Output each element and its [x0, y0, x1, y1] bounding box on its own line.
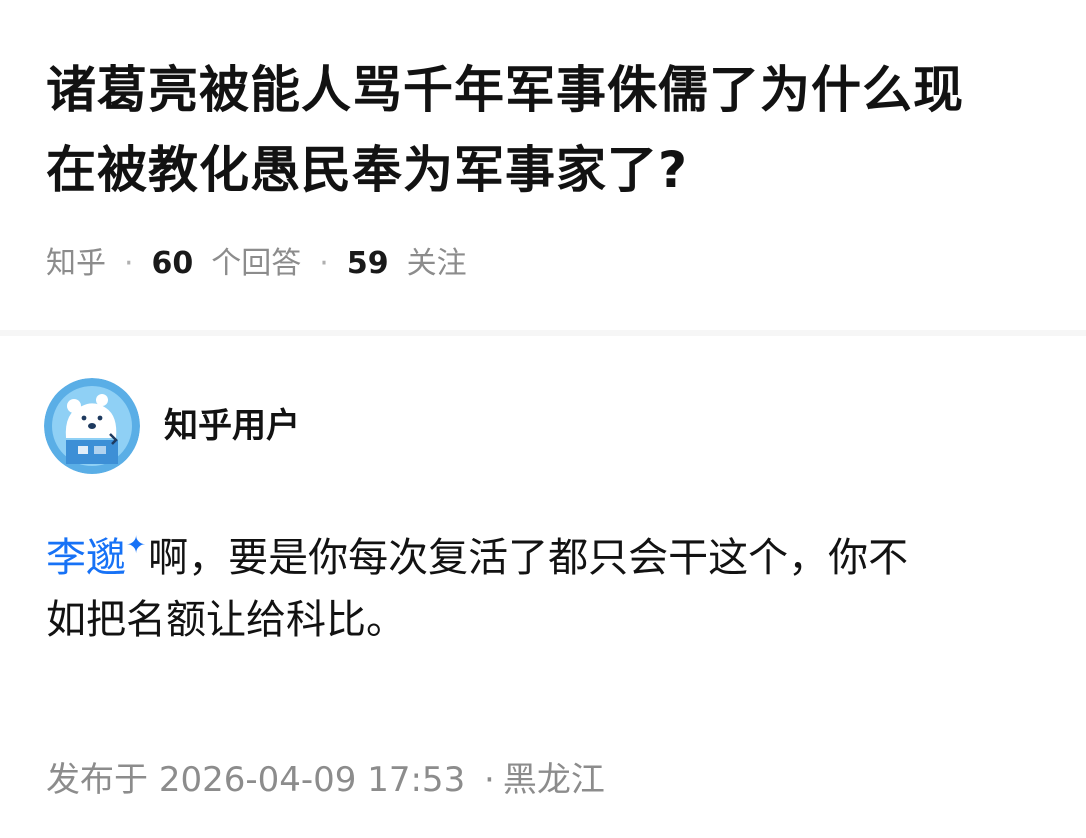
mention-link[interactable]: 李邈: [46, 535, 126, 581]
answer-content-line-2: 如把名额让给科比。: [46, 597, 406, 643]
zhihu-bear-avatar-icon: [44, 378, 140, 474]
answer-card: 知乎用户 李邈✦啊，要是你每次复活了都只会干这个，你不 如把名额让给科比。 发布…: [0, 336, 1086, 838]
sparkle-icon: ✦: [126, 531, 147, 559]
author-name[interactable]: 知乎用户: [164, 406, 300, 446]
publish-separator: ·: [484, 760, 495, 800]
author-row[interactable]: 知乎用户: [44, 378, 300, 474]
avatar[interactable]: [44, 378, 140, 474]
question-card: 诸葛亮被能人骂千年军事侏儒了为什么现 在被教化愚民奉为军事家了? 知乎 · 60…: [0, 0, 1086, 330]
meta-separator: ·: [124, 246, 134, 281]
answer-count-label: 个回答: [211, 246, 302, 281]
question-title-line-2: 在被教化愚民奉为军事家了?: [46, 141, 689, 199]
publish-time: 2026-04-09 17:53: [158, 760, 466, 800]
meta-separator: ·: [319, 246, 329, 281]
follow-label: 关注: [406, 246, 467, 281]
question-title-line-1: 诸葛亮被能人骂千年军事侏儒了为什么现: [46, 61, 964, 119]
follow-count: 59: [346, 246, 389, 281]
publish-label: 发布于: [46, 760, 148, 800]
question-title[interactable]: 诸葛亮被能人骂千年军事侏儒了为什么现 在被教化愚民奉为军事家了?: [46, 50, 1046, 210]
question-meta: 知乎 · 60 个回答 · 59 关注: [46, 244, 467, 284]
publish-info: 发布于 2026-04-09 17:53 · 黑龙江: [46, 758, 605, 802]
answer-count: 60: [151, 246, 194, 281]
answer-content: 李邈✦啊，要是你每次复活了都只会干这个，你不 如把名额让给科比。: [46, 514, 1046, 651]
answer-content-line-1: 啊，要是你每次复活了都只会干这个，你不: [148, 535, 909, 581]
question-source[interactable]: 知乎: [46, 244, 106, 284]
publish-location: 黑龙江: [502, 760, 605, 800]
